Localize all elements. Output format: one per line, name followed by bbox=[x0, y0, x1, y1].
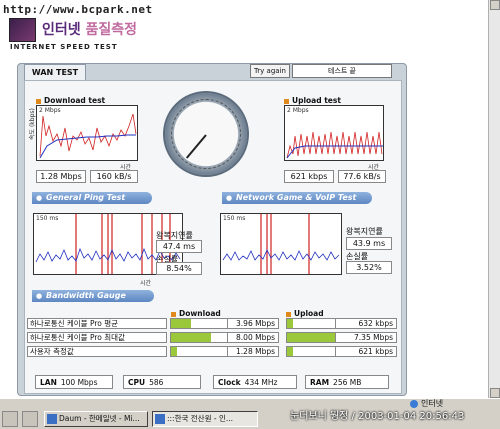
page-title: 인터넷 품질측정 bbox=[42, 19, 137, 39]
page-title-main: 인터넷 bbox=[42, 22, 81, 38]
bandwidth-upload-fill bbox=[287, 347, 294, 356]
game-series bbox=[222, 249, 340, 261]
bandwidth-row: 하나로통신 케이블 Pro 평균 3.96 Mbps 632 kbps bbox=[27, 318, 399, 329]
game-loss-markers bbox=[260, 214, 310, 274]
bandwidth-download-fill bbox=[171, 319, 191, 328]
test-status-field: 테스트 끝 bbox=[292, 64, 392, 78]
ping-ymax-label: 150 ms bbox=[36, 215, 59, 222]
upload-series-red bbox=[286, 131, 383, 159]
ram-label: RAM bbox=[310, 378, 330, 387]
vertical-scrollbar[interactable] bbox=[488, 0, 500, 398]
try-again-button[interactable]: Try again bbox=[250, 64, 290, 78]
ping-test-heading: General Ping Test bbox=[32, 192, 152, 204]
taskbar-item-label: :::한국 전산원 - 인... bbox=[167, 414, 233, 423]
system-info-bar: LAN 100 Mbps CPU 586 Clock 434 MHz RAM 256 M… bbox=[27, 375, 399, 390]
taskbar-item[interactable]: Daum - 한메일넷 - Mi... bbox=[44, 411, 148, 427]
clock-info: Clock 434 MHz bbox=[213, 375, 297, 389]
upload-ymax-label: 2 Mbps bbox=[287, 107, 309, 114]
game-ymax-label: 150 ms bbox=[223, 215, 246, 222]
taskbar-item-active[interactable]: :::한국 전산원 - 인... bbox=[152, 411, 258, 427]
download-rate-value: 160 kB/s bbox=[90, 170, 138, 183]
bandwidth-upload-value: 621 kbps bbox=[335, 346, 397, 357]
bandwidth-download-value: 8.00 Mbps bbox=[227, 332, 279, 343]
bandwidth-download-header: Download bbox=[171, 309, 221, 318]
download-speed-value: 1.28 Mbps bbox=[36, 170, 86, 183]
speed-gauge-dial bbox=[171, 99, 241, 169]
cpu-value: 586 bbox=[149, 378, 164, 387]
game-graph: 150 ms bbox=[220, 213, 342, 275]
scroll-up-button[interactable] bbox=[490, 0, 500, 10]
bandwidth-row-label: 사용자 측정값 bbox=[27, 346, 167, 357]
scroll-down-button[interactable] bbox=[490, 388, 500, 398]
lan-value: 100 Mbps bbox=[60, 378, 98, 387]
upload-rate-value: 77.6 kB/s bbox=[338, 170, 386, 183]
game-test-heading: Network Game & VoIP Test bbox=[222, 192, 372, 204]
download-test-label: Download test bbox=[36, 96, 105, 105]
cpu-info: CPU 586 bbox=[123, 375, 201, 389]
bandwidth-row-label: 하나로통신 케이블 Pro 평균 bbox=[27, 318, 167, 329]
bandwidth-upload-value: 7.35 Mbps bbox=[335, 332, 397, 343]
ping-rtt-value: 47.4 ms bbox=[156, 240, 202, 253]
bandwidth-row-label: 하나로통신 케이블 Pro 최대값 bbox=[27, 332, 167, 343]
bandwidth-download-value: 3.96 Mbps bbox=[227, 318, 279, 329]
download-series-red bbox=[39, 113, 137, 157]
page-subtitle: INTERNET SPEED TEST bbox=[10, 43, 118, 51]
page-title-accent: 품질측정 bbox=[85, 22, 138, 38]
bandwidth-upload-value: 632 kbps bbox=[335, 318, 397, 329]
game-loss-value: 3.52% bbox=[346, 261, 392, 274]
download-graph-plot bbox=[39, 113, 137, 159]
upload-speed-value: 621 kbps bbox=[284, 170, 334, 183]
tab-wan-test[interactable]: WAN TEST bbox=[24, 64, 86, 80]
taskbar-clock-overlay: 눈더보니 뭥정 / 2003-01-04 20:56:43 bbox=[290, 411, 465, 422]
ram-value: 256 MB bbox=[333, 378, 362, 387]
upload-graph-plot bbox=[286, 131, 383, 159]
watermark-text: http://www.bcpark.net bbox=[3, 3, 153, 16]
game-graph-plot bbox=[222, 214, 340, 274]
bandwidth-heading: Bandwidth Gauge bbox=[32, 290, 154, 302]
lan-info: LAN 100 Mbps bbox=[35, 375, 113, 389]
ping-loss-value: 8.54% bbox=[156, 262, 202, 275]
upload-test-label: Upload test bbox=[284, 96, 341, 105]
download-ymax-label: 2 Mbps bbox=[39, 107, 61, 114]
logo-image bbox=[9, 18, 36, 42]
bandwidth-download-fill bbox=[171, 333, 211, 342]
quick-launch-icon[interactable] bbox=[22, 411, 38, 427]
game-rtt-value: 43.9 ms bbox=[346, 237, 392, 250]
bandwidth-upload-fill bbox=[287, 319, 294, 328]
bandwidth-upload-header: Upload bbox=[286, 309, 324, 318]
ram-info: RAM 256 MB bbox=[305, 375, 389, 389]
bandwidth-row: 하나로통신 케이블 Pro 최대값 8.00 Mbps 7.35 Mbps bbox=[27, 332, 399, 343]
download-yaxis-label: 속도 (kbps) bbox=[29, 108, 36, 140]
desktop-icon[interactable] bbox=[2, 411, 18, 427]
cpu-label: CPU bbox=[128, 378, 146, 387]
game-rtt-label: 왕복지연률 bbox=[346, 227, 383, 236]
clock-label: Clock bbox=[218, 378, 241, 387]
bandwidth-download-value: 1.28 Mbps bbox=[227, 346, 279, 357]
window-icon bbox=[155, 414, 165, 424]
taskbar-item-label: Daum - 한메일넷 - Mi... bbox=[59, 414, 140, 423]
lan-label: LAN bbox=[40, 378, 57, 387]
download-graph: 2 Mbps bbox=[36, 105, 138, 161]
clock-value: 434 MHz bbox=[244, 378, 278, 387]
ping-xaxis-label: 시간 bbox=[140, 280, 152, 287]
bandwidth-download-fill bbox=[171, 347, 178, 356]
bandwidth-row: 사용자 측정값 1.28 Mbps 621 kbps bbox=[27, 346, 399, 357]
window-icon bbox=[47, 414, 57, 424]
upload-graph: 2 Mbps bbox=[284, 105, 384, 161]
